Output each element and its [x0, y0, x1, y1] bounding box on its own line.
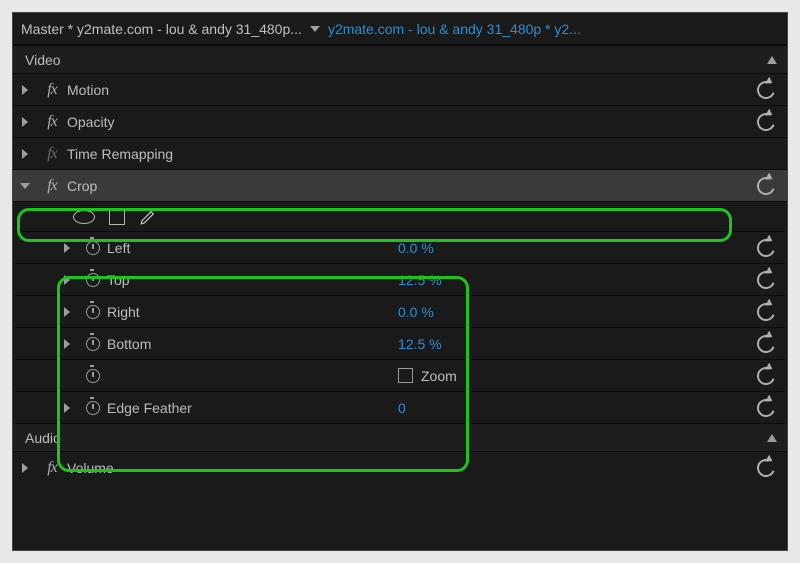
tab-bar: Master * y2mate.com - lou & andy 31_480p… [13, 13, 787, 45]
stopwatch-icon [86, 273, 100, 287]
reset-button[interactable] [751, 303, 781, 321]
param-label: Edge Feather [107, 400, 207, 416]
effect-row-volume[interactable]: fx Volume [13, 451, 787, 483]
reset-button[interactable] [751, 81, 781, 99]
param-row-right[interactable]: Right 0.0 % [13, 295, 787, 327]
fx-badge-icon[interactable]: fx [37, 81, 67, 99]
effect-label: Opacity [67, 114, 167, 130]
reset-icon [754, 78, 778, 102]
rectangle-mask-icon[interactable] [109, 209, 125, 225]
effect-row-crop[interactable]: fx Crop [13, 169, 787, 201]
collapse-icon[interactable] [13, 183, 37, 189]
stopwatch-icon [86, 241, 100, 255]
param-value[interactable]: 12.5 % [398, 336, 442, 352]
expand-icon[interactable] [55, 403, 79, 413]
param-row-bottom[interactable]: Bottom 12.5 % [13, 327, 787, 359]
stopwatch-button[interactable] [79, 369, 107, 383]
expand-icon[interactable] [13, 85, 37, 95]
stopwatch-button[interactable] [79, 337, 107, 351]
ellipse-mask-icon[interactable] [73, 210, 95, 224]
effect-label: Crop [67, 178, 167, 194]
reset-button[interactable] [751, 113, 781, 131]
reset-button[interactable] [751, 399, 781, 417]
stopwatch-icon [86, 369, 100, 383]
zoom-checkbox[interactable] [398, 368, 413, 383]
effect-label: Volume [67, 460, 167, 476]
param-value[interactable]: 0 [398, 400, 406, 416]
effect-row-motion[interactable]: fx Motion [13, 73, 787, 105]
fx-badge-icon[interactable]: fx [37, 145, 67, 163]
audio-section-label: Audio [25, 430, 61, 446]
stopwatch-button[interactable] [79, 241, 107, 255]
stopwatch-button[interactable] [79, 305, 107, 319]
reset-icon [754, 396, 778, 420]
expand-icon[interactable] [13, 149, 37, 159]
collapse-up-icon[interactable] [767, 56, 777, 64]
stopwatch-icon [86, 337, 100, 351]
fx-badge-icon[interactable]: fx [37, 113, 67, 131]
reset-icon [754, 268, 778, 292]
collapse-up-icon[interactable] [767, 434, 777, 442]
effect-label: Time Remapping [67, 146, 173, 162]
param-row-edge-feather[interactable]: Edge Feather 0 [13, 391, 787, 423]
sequence-clip-tab[interactable]: y2mate.com - lou & andy 31_480p * y2... [328, 21, 581, 37]
tab-dropdown-icon[interactable] [310, 23, 320, 35]
reset-button[interactable] [751, 335, 781, 353]
crop-mask-tools [13, 201, 787, 231]
reset-icon [754, 456, 778, 480]
video-section-header[interactable]: Video [13, 45, 787, 73]
stopwatch-icon [86, 305, 100, 319]
expand-icon[interactable] [13, 117, 37, 127]
reset-icon [754, 110, 778, 134]
fx-badge-icon[interactable]: fx [37, 459, 67, 477]
param-label: Top [107, 272, 207, 288]
param-label: Right [107, 304, 207, 320]
reset-icon [754, 236, 778, 260]
effect-row-opacity[interactable]: fx Opacity [13, 105, 787, 137]
param-row-zoom[interactable]: Zoom [13, 359, 787, 391]
param-label: Bottom [107, 336, 207, 352]
param-value[interactable]: 12.5 % [398, 272, 442, 288]
reset-icon [754, 300, 778, 324]
param-row-left[interactable]: Left 0.0 % [13, 231, 787, 263]
effect-label: Motion [67, 82, 167, 98]
audio-section-header[interactable]: Audio [13, 423, 787, 451]
expand-icon[interactable] [55, 275, 79, 285]
master-clip-tab[interactable]: Master * y2mate.com - lou & andy 31_480p… [21, 21, 302, 37]
reset-icon [754, 174, 778, 198]
param-row-top[interactable]: Top 12.5 % [13, 263, 787, 295]
expand-icon[interactable] [55, 307, 79, 317]
expand-icon[interactable] [55, 243, 79, 253]
reset-button[interactable] [751, 367, 781, 385]
effect-controls-panel: Master * y2mate.com - lou & andy 31_480p… [12, 12, 788, 551]
zoom-label: Zoom [421, 368, 457, 384]
video-section-label: Video [25, 52, 61, 68]
expand-icon[interactable] [13, 463, 37, 473]
stopwatch-icon [86, 401, 100, 415]
expand-icon[interactable] [55, 339, 79, 349]
fx-badge-icon[interactable]: fx [37, 177, 67, 195]
effect-row-time-remapping[interactable]: fx Time Remapping [13, 137, 787, 169]
param-value[interactable]: 0.0 % [398, 240, 434, 256]
stopwatch-button[interactable] [79, 401, 107, 415]
reset-icon [754, 364, 778, 388]
reset-icon [754, 332, 778, 356]
reset-button[interactable] [751, 271, 781, 289]
pen-mask-icon[interactable] [139, 208, 157, 226]
reset-button[interactable] [751, 239, 781, 257]
param-value[interactable]: 0.0 % [398, 304, 434, 320]
stopwatch-button[interactable] [79, 273, 107, 287]
reset-button[interactable] [751, 459, 781, 477]
reset-button[interactable] [751, 177, 781, 195]
zoom-checkbox-group: Zoom [398, 368, 457, 384]
param-label: Left [107, 240, 207, 256]
